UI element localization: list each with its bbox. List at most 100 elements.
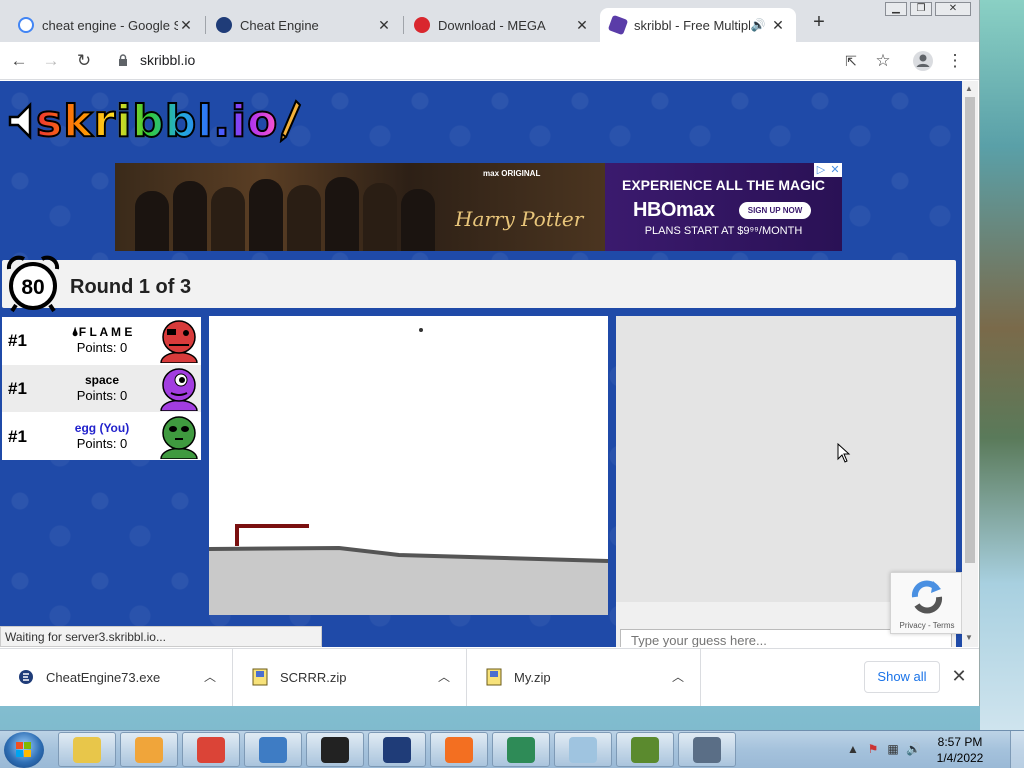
scroll-up-icon[interactable]: ▲ [965, 84, 973, 93]
download-filename: My.zip [514, 670, 551, 685]
windows-taskbar: ▲ ⚑ ▦ 🔊 8:57 PM 1/4/2022 [0, 730, 1024, 768]
status-bubble: Waiting for server3.skribbl.io... [0, 626, 322, 647]
ad-image: max ORIGINAL Harry Potter [115, 163, 605, 251]
close-tab-icon[interactable]: ✕ [376, 17, 392, 34]
clock-date[interactable]: 1/4/2022 [930, 751, 990, 765]
timer-value: 80 [21, 276, 45, 299]
skribbl-page: skribbl.io max ORIGINAL Harry Potter EXP… [0, 81, 962, 647]
taskbar-app-button[interactable] [120, 732, 178, 767]
show-all-button[interactable]: Show all [864, 661, 940, 693]
show-desktop-button[interactable] [1010, 731, 1024, 768]
taskbar-app-button[interactable] [244, 732, 302, 767]
share-icon[interactable]: ⇱ [840, 50, 862, 72]
close-shelf-icon[interactable]: ✕ [950, 666, 968, 686]
windows-logo-icon [16, 742, 31, 757]
taskbar-app-button[interactable] [554, 732, 612, 767]
page-scrollbar[interactable]: ▲ ▼ [962, 81, 978, 647]
notepad-icon [569, 737, 597, 763]
taskbar-app-button[interactable] [306, 732, 364, 767]
recaptcha-icon [911, 580, 943, 614]
chat-panel [616, 316, 956, 602]
player-row[interactable]: #1 🌢F L A M E Points: 0 [2, 317, 201, 364]
download-filename: CheatEngine73.exe [46, 670, 161, 685]
ad-brand-logo: HBOmax [633, 199, 715, 221]
scroll-down-icon[interactable]: ▼ [965, 633, 973, 642]
player-rank: #1 [8, 427, 27, 446]
speaker-icon[interactable]: 🔊 [750, 18, 766, 32]
chevron-up-icon[interactable]: ︿ [438, 668, 450, 685]
chevron-up-icon[interactable]: ︿ [672, 668, 684, 685]
drawing-canvas[interactable] [209, 316, 608, 615]
taskbar-app-button[interactable] [182, 732, 240, 767]
player-rank: #1 [8, 379, 27, 398]
tab-title: Download - MEGA [438, 17, 546, 33]
tab-cheat-engine[interactable]: Cheat Engine ✕ [206, 8, 402, 42]
show-hidden-icons[interactable]: ▲ [846, 742, 860, 756]
address-bar[interactable]: skribbl.io [140, 52, 195, 68]
taskbar-app-button[interactable] [616, 732, 674, 767]
close-tab-icon[interactable]: ✕ [178, 17, 194, 34]
skribbl-icon [607, 14, 629, 36]
chevron-up-icon[interactable]: ︿ [204, 668, 216, 685]
new-tab-button[interactable]: + [808, 12, 830, 34]
download-item[interactable]: SCRRR.zip ︿ [234, 649, 467, 706]
recaptcha-badge[interactable]: Privacy - Terms [890, 572, 962, 634]
player-points: Points: 0 [76, 436, 128, 451]
tab-google-search[interactable]: cheat engine - Google Se ✕ [8, 8, 204, 42]
taskbar-app-button[interactable] [430, 732, 488, 767]
taskbar-app-button[interactable] [678, 732, 736, 767]
minimize-button[interactable]: ▁ [885, 2, 907, 16]
player-row[interactable]: #1 space Points: 0 [2, 365, 201, 412]
recaptcha-links[interactable]: Privacy - Terms [891, 621, 962, 630]
zip-icon [486, 668, 502, 686]
action-center-icon[interactable]: ⚑ [866, 742, 880, 756]
taskbar-app-button[interactable] [492, 732, 550, 767]
reload-icon[interactable]: ↻ [73, 50, 95, 72]
close-tab-icon[interactable]: ✕ [770, 17, 786, 34]
task-manager-icon [507, 737, 535, 763]
taskbar-app-button[interactable] [368, 732, 426, 767]
tab-mega[interactable]: Download - MEGA ✕ [404, 8, 600, 42]
close-tab-icon[interactable]: ✕ [574, 17, 590, 34]
ad-signup-button[interactable]: SIGN UP NOW [739, 202, 811, 219]
player-name: space [84, 373, 120, 387]
network-icon[interactable]: ▦ [886, 742, 900, 756]
scrollbar-thumb[interactable] [965, 97, 975, 563]
download-shelf: CheatEngine73.exe ︿ SCRRR.zip ︿ My.zip ︿… [0, 648, 979, 706]
download-filename: SCRRR.zip [280, 670, 347, 685]
start-button[interactable] [4, 732, 44, 768]
canvas-drawing [209, 328, 608, 615]
window-icon [693, 737, 721, 763]
player-name: egg (You) [74, 421, 130, 435]
restore-button[interactable]: ❐ [910, 2, 932, 16]
google-icon [18, 17, 34, 33]
close-window-button[interactable]: ✕ [935, 2, 971, 16]
ad-close-icon[interactable]: ✕ [828, 163, 842, 177]
clock-time[interactable]: 8:57 PM [930, 735, 990, 749]
desktop-wallpaper [980, 0, 1024, 730]
download-item[interactable]: CheatEngine73.exe ︿ [0, 649, 233, 706]
volume-icon[interactable]: 🔊 [906, 742, 921, 756]
menu-kebab-icon[interactable]: ⋮ [944, 50, 966, 72]
media-player-icon [135, 737, 163, 763]
ad-plans-text: PLANS START AT $9⁹⁹/MONTH [644, 225, 803, 237]
lock-icon[interactable] [118, 54, 128, 66]
player-avatar [160, 416, 198, 459]
forward-icon[interactable]: → [40, 50, 62, 72]
profile-avatar-icon[interactable] [912, 50, 934, 72]
ad-choices-icon[interactable]: ▷ [814, 163, 828, 177]
taskbar-app-button[interactable] [58, 732, 116, 767]
zip-icon [252, 668, 268, 686]
back-icon[interactable]: ← [8, 50, 30, 72]
player-avatar [160, 368, 198, 411]
download-item[interactable]: My.zip ︿ [468, 649, 701, 706]
tab-title: skribbl - Free Multipl [634, 17, 750, 33]
chrome-icon [197, 737, 225, 763]
ad-choices[interactable]: ▷ ✕ [814, 163, 842, 177]
player-row-you[interactable]: #1 egg (You) Points: 0 [2, 413, 201, 460]
ad-hp-title: Harry Potter [455, 207, 584, 231]
tab-skribbl[interactable]: skribbl - Free Multipl 🔊 ✕ [600, 8, 796, 42]
advertisement-banner[interactable]: max ORIGINAL Harry Potter EXPERIENCE ALL… [115, 163, 842, 251]
speaker-logo-icon[interactable] [8, 101, 36, 141]
bookmark-star-icon[interactable]: ☆ [872, 50, 894, 72]
